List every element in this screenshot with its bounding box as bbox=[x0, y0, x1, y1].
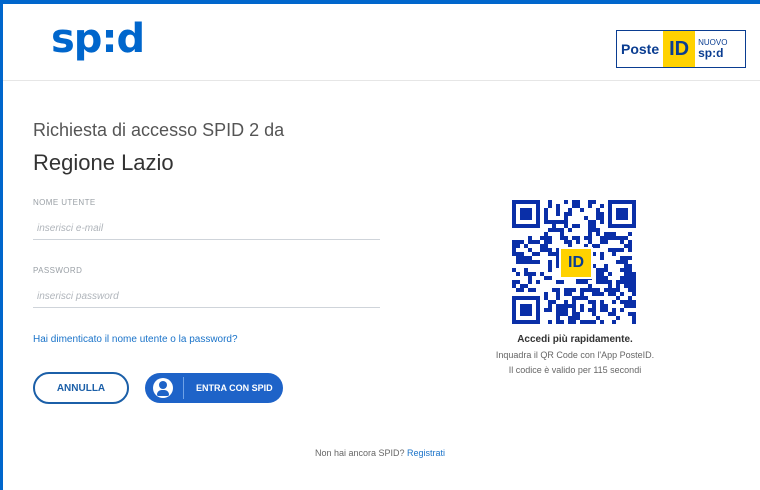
header: sp:d Poste ID NUOVO sp:d bbox=[3, 4, 760, 81]
forgot-credentials-link[interactable]: Hai dimenticato il nome utente o la pass… bbox=[33, 334, 238, 345]
request-subtitle: Richiesta di accesso SPID 2 da bbox=[33, 120, 285, 140]
qr-finder-pattern bbox=[616, 208, 628, 220]
qr-instruction: Inquadra il QR Code con l'App PosteID. bbox=[495, 350, 655, 360]
region-title: Regione Lazio bbox=[33, 150, 174, 175]
password-input[interactable] bbox=[33, 286, 380, 308]
id-label: ID bbox=[663, 31, 696, 67]
spid-logo: sp:d bbox=[51, 16, 145, 62]
user-icon bbox=[153, 378, 173, 398]
posteid-badge: Poste ID NUOVO sp:d bbox=[616, 30, 746, 68]
enter-with-spid-label: ENTRA CON SPID bbox=[196, 383, 273, 393]
qr-code: ID bbox=[512, 200, 636, 324]
signup-prompt: Non hai ancora SPID? bbox=[314, 448, 405, 458]
qr-finder-pattern bbox=[520, 304, 532, 316]
poste-label: Poste bbox=[621, 41, 660, 57]
cancel-button[interactable]: ANNULLA bbox=[33, 372, 129, 404]
nuovo-label: NUOVO sp:d bbox=[695, 31, 730, 67]
username-input[interactable] bbox=[33, 218, 380, 240]
button-divider bbox=[183, 377, 184, 399]
badge-spid-text: sp:d bbox=[698, 46, 724, 60]
register-link[interactable]: Registrati bbox=[407, 448, 445, 458]
password-label: PASSWORD bbox=[33, 266, 83, 275]
qr-posteid-logo: ID bbox=[559, 247, 593, 279]
username-label: NOME UTENTE bbox=[33, 198, 96, 207]
enter-with-spid-button[interactable]: ENTRA CON SPID bbox=[145, 373, 283, 403]
qr-title: Accedi più rapidamente. bbox=[517, 334, 633, 345]
signup-row: Non hai ancora SPID? Registrati bbox=[0, 448, 760, 458]
qr-finder-pattern bbox=[520, 208, 532, 220]
qr-validity: Il codice è valido per 115 secondi bbox=[508, 365, 642, 375]
